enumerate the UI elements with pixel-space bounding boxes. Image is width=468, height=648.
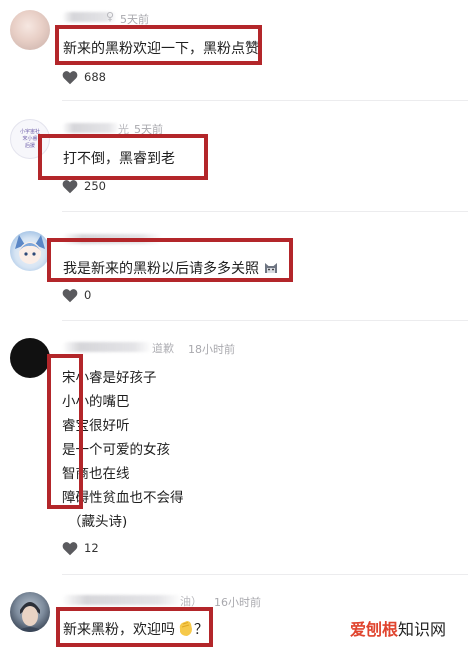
watermark-part2: 知识网 [397,620,446,639]
highlight-box [47,238,293,282]
watermark: 爱刨根知识网 [350,616,446,640]
avatar[interactable] [10,592,50,632]
highlight-box [47,354,83,509]
portrait-icon [16,602,44,632]
highlight-box [55,25,262,65]
divider [62,211,468,212]
anime-character-icon [15,235,45,264]
heart-icon [62,71,78,85]
like-count: 250 [84,179,106,193]
divider [62,574,468,575]
like-count: 0 [84,288,92,302]
like-count: 688 [84,70,106,84]
like-count: 12 [84,541,99,555]
highlight-box [56,607,213,647]
username-blurred[interactable] [62,123,120,133]
heart-icon [62,542,78,556]
heart-icon [62,289,78,303]
username-tail: 道歉 [152,342,174,355]
heart-icon [62,180,78,194]
comment-time: 18小时前 [188,343,235,356]
username-blurred[interactable] [62,342,152,352]
poem-line: （藏头诗) [68,514,128,530]
avatar[interactable] [10,231,50,271]
comment-time: 16小时前 [214,596,261,609]
watermark-part1: 爱刨根 [349,620,398,639]
username-blurred[interactable] [62,595,182,605]
avatar[interactable] [10,338,50,378]
divider [62,100,468,101]
divider [62,320,468,321]
avatar[interactable] [10,10,50,50]
highlight-box [38,134,208,180]
username-tail: ♀ [106,10,115,23]
